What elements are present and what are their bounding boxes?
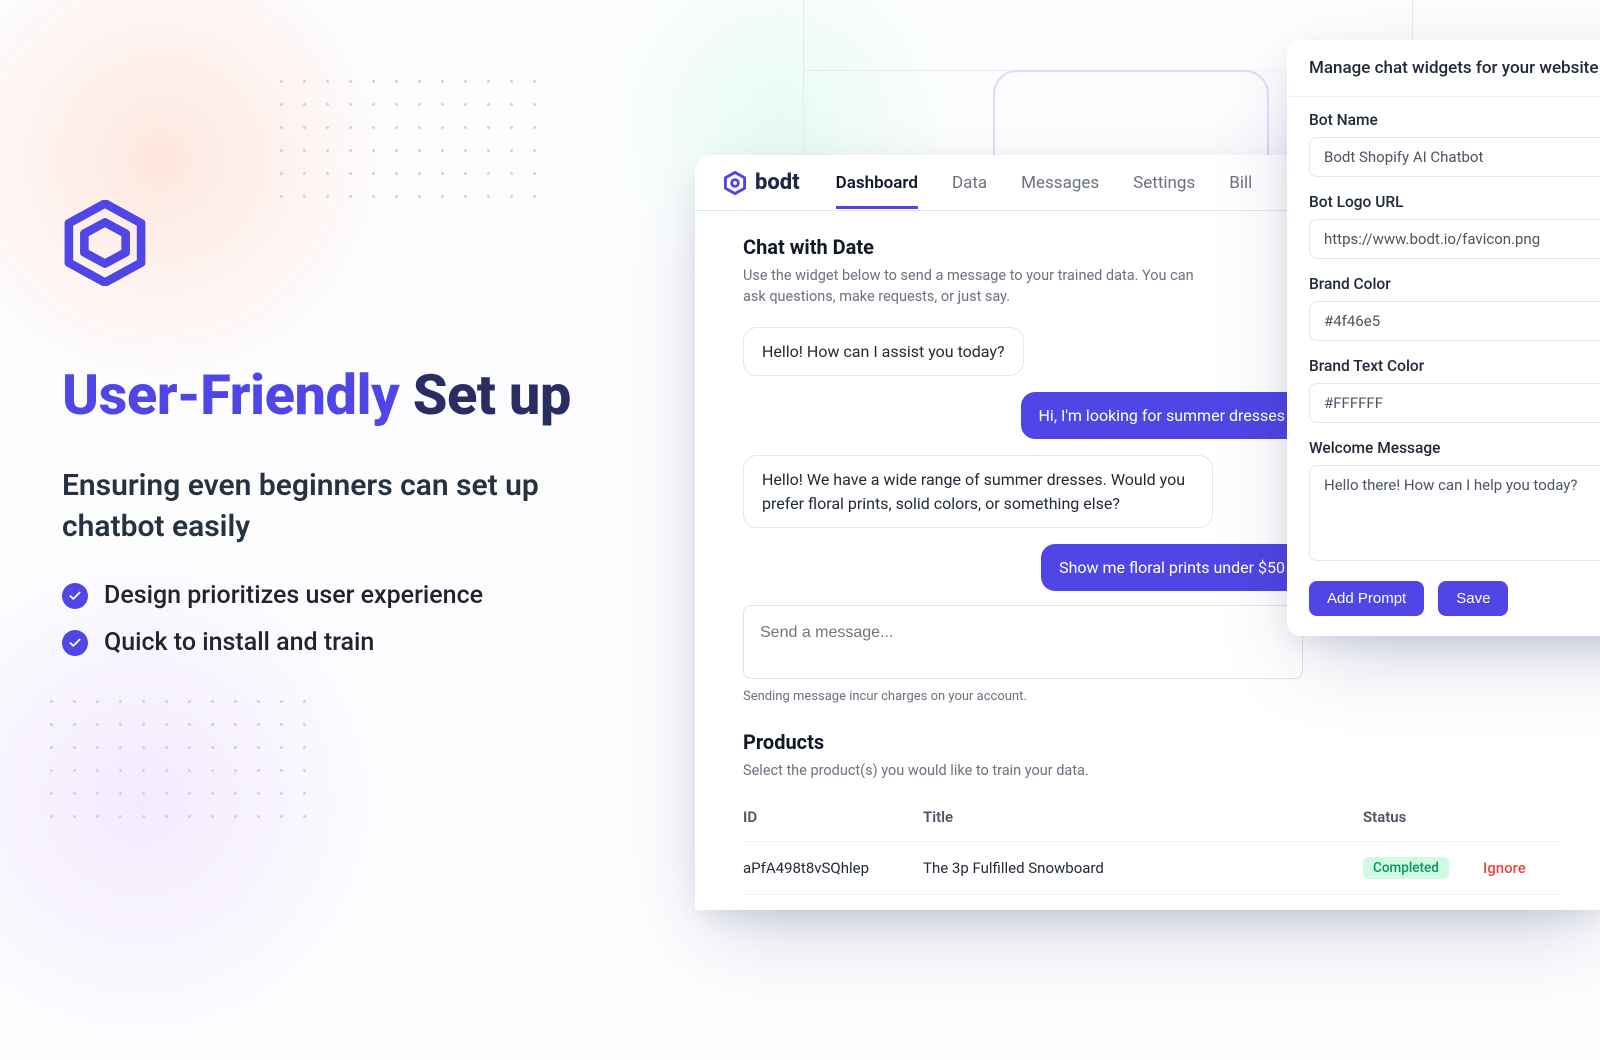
save-button[interactable]: Save xyxy=(1438,581,1508,616)
brand-color-input[interactable] xyxy=(1309,301,1600,341)
add-prompt-button[interactable]: Add Prompt xyxy=(1309,581,1424,616)
widget-settings-panel: Manage chat widgets for your website o B… xyxy=(1287,40,1600,636)
panel-actions: Add Prompt Save xyxy=(1309,581,1600,616)
tab-dashboard[interactable]: Dashboard xyxy=(836,157,918,209)
feature-text: Quick to install and train xyxy=(104,628,374,657)
chat-message-bot: Hello! How can I assist you today? xyxy=(743,327,1024,376)
headline-rest: Set up xyxy=(399,362,571,428)
col-status: Status xyxy=(1363,808,1483,826)
app-brand: bodt xyxy=(723,170,800,195)
welcome-textarea[interactable] xyxy=(1309,465,1600,561)
logo-url-label: Bot Logo URL xyxy=(1309,193,1600,211)
brand-logo-icon xyxy=(62,200,148,286)
tab-data[interactable]: Data xyxy=(952,157,987,209)
field-welcome-message: Welcome Message xyxy=(1309,439,1600,565)
chat-message-user: Show me floral prints under $50 xyxy=(1041,544,1303,591)
text-color-input[interactable] xyxy=(1309,383,1600,423)
headline: User-Friendly Set up xyxy=(62,362,662,428)
panel-body: Bot Name Bot Logo URL Brand Color Brand … xyxy=(1287,97,1600,636)
logo-url-input[interactable] xyxy=(1309,219,1600,259)
bot-name-label: Bot Name xyxy=(1309,111,1600,129)
feature-item: Quick to install and train xyxy=(62,628,662,657)
cell-title: The 3p Fulfilled Snowboard xyxy=(923,859,1363,877)
subheading: Ensuring even beginners can set up chatb… xyxy=(62,466,622,547)
field-logo-url: Bot Logo URL xyxy=(1309,193,1600,259)
field-brand-color: Brand Color xyxy=(1309,275,1600,341)
products-section: Products Select the product(s) you would… xyxy=(743,730,1562,910)
tab-billing[interactable]: Bill xyxy=(1229,157,1252,209)
headline-accent: User-Friendly xyxy=(62,362,399,428)
brand-text: bodt xyxy=(755,170,800,195)
feature-text: Design prioritizes user experience xyxy=(104,581,483,610)
chat-thread: Hello! How can I assist you today? Hi, I… xyxy=(743,327,1303,591)
chat-message-bot: Hello! We have a wide range of summer dr… xyxy=(743,455,1213,527)
ignore-link[interactable]: Ignore xyxy=(1483,859,1526,877)
products-desc: Select the product(s) you would like to … xyxy=(743,760,1562,781)
decor-dots xyxy=(280,80,536,198)
table-row[interactable]: aPfA498t8vSQhlep The 3p Fulfilled Snowbo… xyxy=(743,842,1562,895)
table-row[interactable]: lGfEu4RqRgKzuTRb The Multi - location Sn… xyxy=(743,895,1562,910)
chat-helper-text: Sending message incur charges on your ac… xyxy=(743,689,1562,704)
status-badge: Completed xyxy=(1363,857,1449,879)
tab-bar: Dashboard Data Messages Settings Bill xyxy=(836,157,1253,209)
tab-settings[interactable]: Settings xyxy=(1133,157,1195,209)
products-title: Products xyxy=(743,730,1562,754)
brand-mark-icon xyxy=(723,171,747,195)
col-id: ID xyxy=(743,808,923,826)
check-icon xyxy=(62,630,88,656)
chat-composer[interactable] xyxy=(743,605,1303,679)
cell-status: Completed xyxy=(1363,857,1483,879)
feature-item: Design prioritizes user experience xyxy=(62,581,662,610)
col-title: Title xyxy=(923,808,1363,826)
marketing-panel: User-Friendly Set up Ensuring even begin… xyxy=(62,200,662,675)
panel-header: Manage chat widgets for your website o xyxy=(1287,40,1600,97)
table-header-row: ID Title Status xyxy=(743,793,1562,842)
chat-input[interactable] xyxy=(760,624,1286,642)
check-icon xyxy=(62,583,88,609)
feature-list: Design prioritizes user experience Quick… xyxy=(62,581,662,657)
products-table: ID Title Status aPfA498t8vSQhlep The 3p … xyxy=(743,793,1562,910)
tab-messages[interactable]: Messages xyxy=(1021,157,1099,209)
chat-section-desc: Use the widget below to send a message t… xyxy=(743,265,1213,307)
chat-message-user: Hi, I'm looking for summer dresses xyxy=(1021,392,1303,439)
brand-color-label: Brand Color xyxy=(1309,275,1600,293)
cell-id: aPfA498t8vSQhlep xyxy=(743,859,923,877)
welcome-label: Welcome Message xyxy=(1309,439,1600,457)
field-text-color: Brand Text Color xyxy=(1309,357,1600,423)
field-bot-name: Bot Name xyxy=(1309,111,1600,177)
bot-name-input[interactable] xyxy=(1309,137,1600,177)
decor-dots xyxy=(50,700,306,818)
cell-action[interactable]: Ignore xyxy=(1483,859,1583,877)
text-color-label: Brand Text Color xyxy=(1309,357,1600,375)
